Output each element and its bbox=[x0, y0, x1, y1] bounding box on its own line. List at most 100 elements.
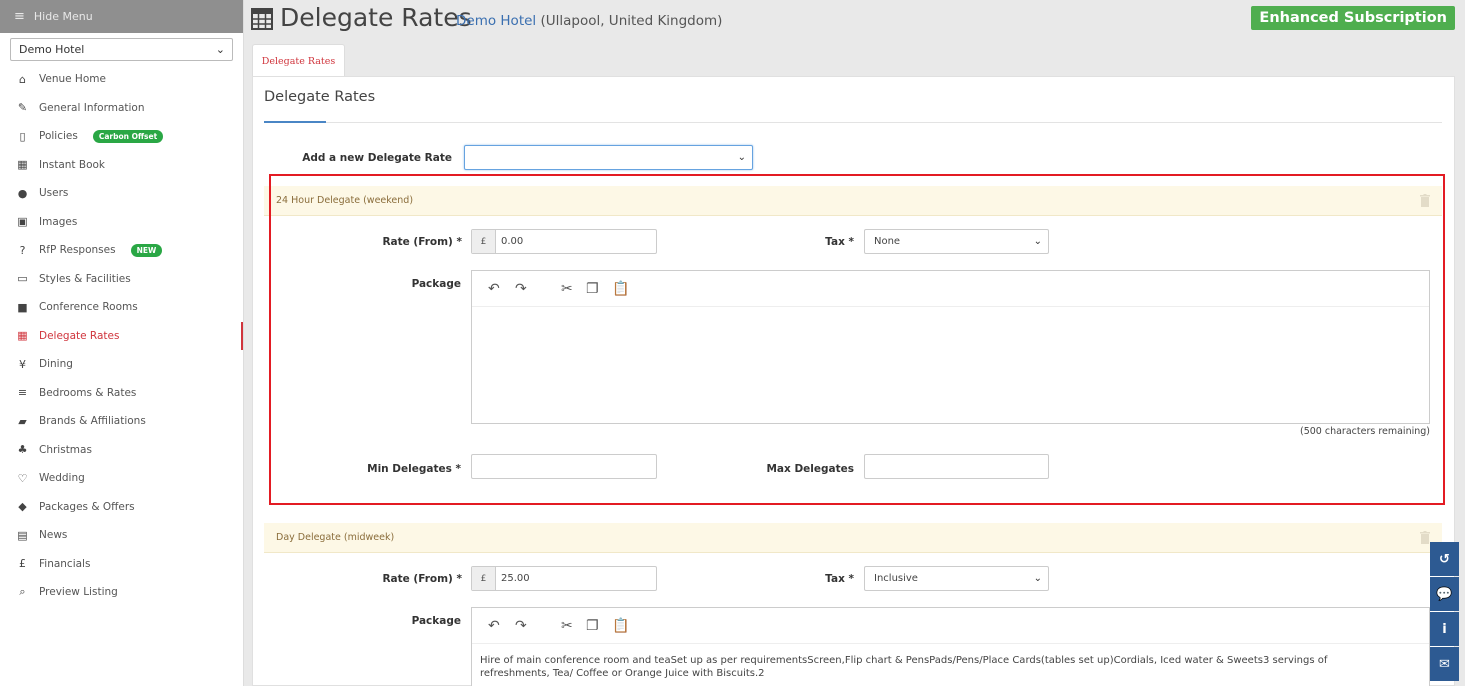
rate-header-day: Day Delegate (midweek) bbox=[264, 523, 1442, 553]
sidebar-item[interactable]: ? RfP Responses NEW bbox=[0, 236, 243, 265]
sidebar-item[interactable]: ▰ Brands & Affiliations bbox=[0, 407, 243, 436]
sidebar-item[interactable]: ✎ General Information bbox=[0, 94, 243, 123]
tax-value: Inclusive bbox=[874, 573, 918, 584]
newspaper-icon: ▤ bbox=[17, 528, 28, 542]
briefcase-icon: ■ bbox=[17, 300, 28, 314]
sidebar-item[interactable]: ◆ Packages & Offers bbox=[0, 493, 243, 522]
pound-icon: £ bbox=[19, 557, 26, 571]
history-icon[interactable]: ↺ bbox=[1430, 542, 1459, 576]
info-icon[interactable]: i bbox=[1430, 612, 1459, 646]
monitor-icon: ▭ bbox=[17, 272, 28, 286]
home-icon: ⌂ bbox=[19, 72, 26, 86]
sidebar-item-label: Bedrooms & Rates bbox=[39, 386, 137, 399]
trash-icon[interactable] bbox=[1420, 531, 1430, 544]
venue-select[interactable]: Demo Hotel ⌄ bbox=[10, 38, 233, 61]
sidebar-item-label: RfP Responses bbox=[39, 244, 116, 257]
search-icon: ⌕ bbox=[19, 585, 26, 599]
sidebar-item-label: Conference Rooms bbox=[39, 301, 138, 314]
sidebar-item-label: Users bbox=[39, 187, 69, 200]
sidebar-item[interactable]: ♣ Christmas bbox=[0, 436, 243, 465]
package-label: Package bbox=[411, 615, 461, 627]
table-icon bbox=[251, 8, 273, 30]
sidebar-item[interactable]: ● Users bbox=[0, 179, 243, 208]
paste-icon[interactable]: 📋 bbox=[612, 618, 629, 634]
sidebar-item[interactable]: ▯ Policies Carbon Offset bbox=[0, 122, 243, 151]
sidebar-item[interactable]: ▤ News bbox=[0, 521, 243, 550]
sidebar-item-label: Preview Listing bbox=[39, 586, 118, 599]
copy-icon[interactable]: ❐ bbox=[586, 618, 599, 634]
sidebar-item[interactable]: ▣ Images bbox=[0, 208, 243, 237]
currency-addon: £ bbox=[472, 567, 496, 590]
hide-menu-button[interactable]: ≡ Hide Menu bbox=[0, 0, 243, 33]
page-title: Delegate Rates bbox=[280, 3, 472, 32]
title-underline bbox=[264, 121, 326, 123]
sidebar-item[interactable]: ▦ Delegate Rates bbox=[0, 321, 243, 350]
floating-actions: ↺ 💬 i ✉ bbox=[1430, 542, 1459, 682]
rate-label: Rate (From) * bbox=[382, 573, 462, 585]
question-icon: ? bbox=[19, 243, 26, 257]
sidebar-item[interactable]: ♡ Wedding bbox=[0, 464, 243, 493]
sidebar-item-label: Delegate Rates bbox=[39, 329, 120, 342]
sidebar: ≡ Hide Menu Demo Hotel ⌄ ⌂ Venue Home ✎ Gen… bbox=[0, 0, 244, 686]
chevron-down-icon: ⌄ bbox=[737, 152, 746, 163]
package-editor[interactable]: ↶ ↷ ✂ ❐ 📋 Hire of main conference room a… bbox=[471, 607, 1430, 686]
book-icon: ▰ bbox=[18, 414, 27, 428]
sidebar-item-label: Styles & Facilities bbox=[39, 272, 131, 285]
sidebar-item[interactable]: £ Financials bbox=[0, 550, 243, 579]
redo-icon[interactable]: ↷ bbox=[515, 618, 527, 634]
chat-icon[interactable]: 💬 bbox=[1430, 577, 1459, 611]
venue-location: (Ullapool, United Kingdom) bbox=[536, 13, 723, 29]
heart-icon: ♡ bbox=[17, 471, 28, 485]
sidebar-item[interactable]: ¥ Dining bbox=[0, 350, 243, 379]
panel-title: Delegate Rates bbox=[264, 89, 376, 105]
sidebar-item[interactable]: ⌕ Preview Listing bbox=[0, 578, 243, 607]
sidebar-item-label: General Information bbox=[39, 101, 145, 114]
sidebar-item[interactable]: ▭ Styles & Facilities bbox=[0, 265, 243, 294]
rate-value: 25.00 bbox=[501, 573, 530, 584]
sidebar-item[interactable]: ⌂ Venue Home bbox=[0, 65, 243, 94]
add-rate-select[interactable]: ⌄ bbox=[464, 145, 753, 170]
add-rate-label: Add a new Delegate Rate bbox=[302, 152, 452, 164]
cut-icon[interactable]: ✂ bbox=[561, 618, 573, 634]
sidebar-item-label: Brands & Affiliations bbox=[39, 415, 146, 428]
rate-name: Day Delegate (midweek) bbox=[276, 532, 395, 543]
venue-select-value: Demo Hotel bbox=[19, 43, 85, 56]
highlight-box bbox=[269, 174, 1445, 505]
sidebar-item-label: Packages & Offers bbox=[39, 500, 135, 513]
sidebar-item-label: Venue Home bbox=[39, 73, 106, 86]
subscription-badge[interactable]: Enhanced Subscription bbox=[1251, 6, 1455, 30]
editor-toolbar: ↶ ↷ ✂ ❐ 📋 bbox=[472, 608, 1429, 644]
table-icon: ▦ bbox=[17, 329, 28, 343]
sidebar-item-label: Instant Book bbox=[39, 158, 106, 171]
venue-heading: Demo Hotel (Ullapool, United Kingdom) bbox=[456, 13, 722, 29]
sidebar-item-label: Wedding bbox=[39, 472, 85, 485]
sidebar-item[interactable]: ▦ Instant Book bbox=[0, 151, 243, 180]
chevron-down-icon: ⌄ bbox=[215, 43, 225, 56]
tax-select[interactable]: Inclusive ⌄ bbox=[864, 566, 1049, 591]
sidebar-item[interactable]: ■ Conference Rooms bbox=[0, 293, 243, 322]
package-text[interactable]: Hire of main conference room and teaSet … bbox=[472, 644, 1429, 686]
tab-delegate-rates[interactable]: Delegate Rates bbox=[252, 44, 345, 77]
bed-icon: ≡ bbox=[17, 386, 28, 400]
venue-name-link[interactable]: Demo Hotel bbox=[456, 13, 536, 29]
undo-icon[interactable]: ↶ bbox=[488, 618, 500, 634]
chevron-down-icon: ⌄ bbox=[1033, 573, 1042, 584]
mail-icon[interactable]: ✉ bbox=[1430, 647, 1459, 681]
tree-icon: ♣ bbox=[17, 443, 28, 457]
sidebar-item[interactable]: ≡ Bedrooms & Rates bbox=[0, 379, 243, 408]
document-icon: ▯ bbox=[19, 129, 26, 143]
sidebar-badge: NEW bbox=[130, 243, 163, 257]
cutlery-icon: ¥ bbox=[19, 357, 26, 371]
divider bbox=[326, 122, 1442, 123]
sidebar-badge: Carbon Offset bbox=[92, 129, 164, 143]
sidebar-item-label: News bbox=[39, 529, 68, 542]
edit-icon: ✎ bbox=[17, 101, 28, 115]
tags-icon: ◆ bbox=[18, 500, 27, 514]
image-icon: ▣ bbox=[17, 215, 28, 229]
rate-input[interactable]: £ 25.00 bbox=[471, 566, 657, 591]
sidebar-item-label: Christmas bbox=[39, 443, 92, 456]
user-icon: ● bbox=[17, 186, 28, 200]
page-header: Delegate Rates Demo Hotel (Ullapool, Uni… bbox=[244, 0, 1465, 40]
sidebar-item-label: Dining bbox=[39, 358, 73, 371]
sidebar-item-label: Financials bbox=[39, 557, 91, 570]
